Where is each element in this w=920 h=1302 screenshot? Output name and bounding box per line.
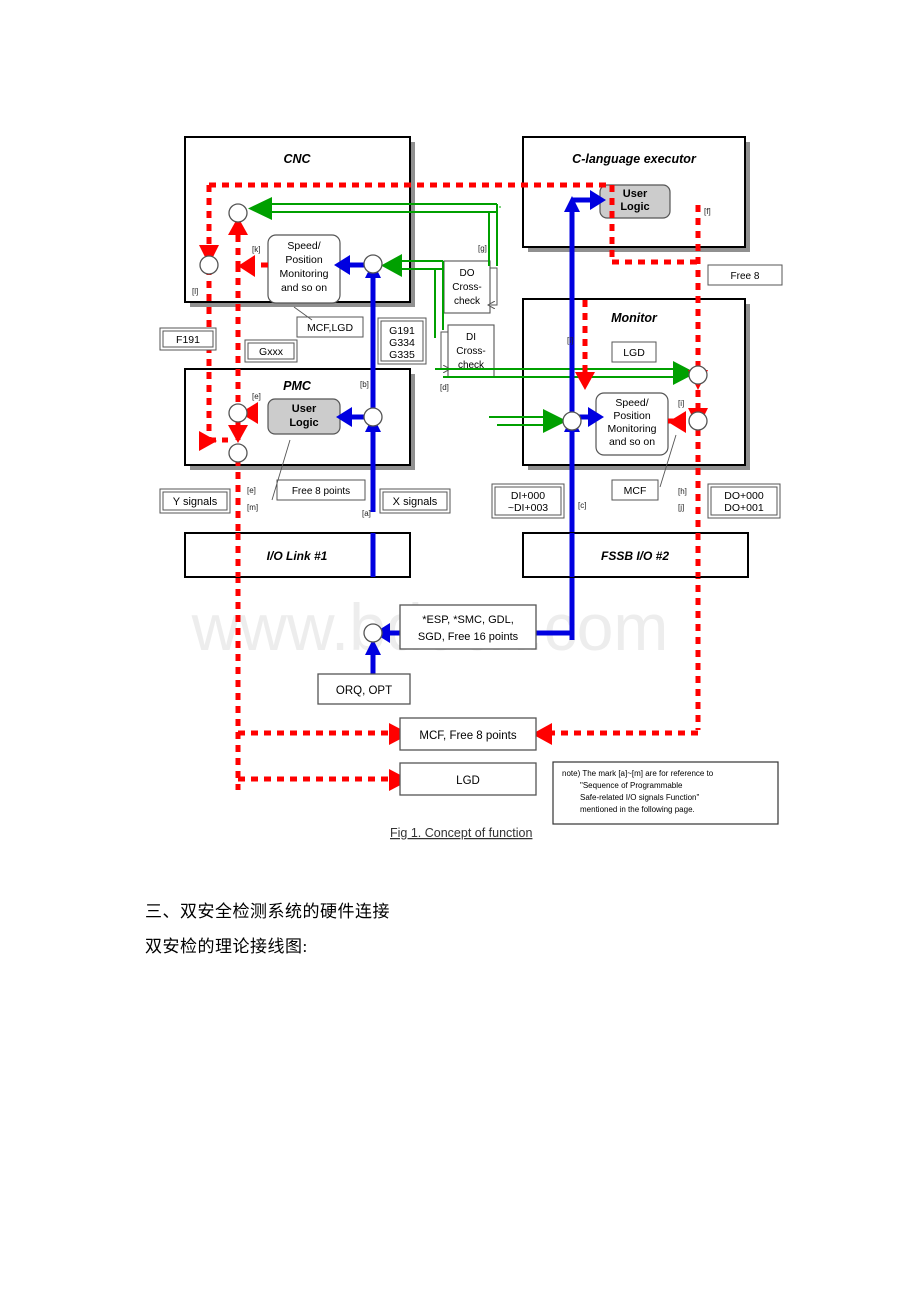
- section-subline-cn: 双安检的理论接线图:: [145, 937, 308, 956]
- page-root: www.bdocx.com CNC Speed/ Position Monito…: [0, 0, 920, 1302]
- label-f191: F191: [159, 327, 217, 351]
- marker-h: [h]: [678, 487, 687, 496]
- marker-b: [b]: [360, 380, 369, 389]
- label-mcf-free8: MCF, Free 8 points: [399, 717, 537, 751]
- svg-text:G335: G335: [389, 349, 415, 361]
- svg-text:check: check: [454, 296, 481, 307]
- svg-text:Monitoring: Monitoring: [279, 268, 328, 280]
- monitor-speed-position-monitoring: Speed/ Position Monitoring and so on: [595, 392, 669, 456]
- label-orq-opt: ORQ, OPT: [317, 673, 411, 705]
- label-x-signals-text: X signals: [393, 496, 438, 508]
- figure-caption-text: Fig 1. Concept of function: [390, 826, 532, 840]
- note-line-4: mentioned in the following page.: [580, 805, 695, 814]
- label-esp-smc: *ESP, *SMC, GDL, SGD, Free 16 points: [399, 604, 537, 650]
- block-fssb-io: FSSB I/O #2: [522, 532, 749, 578]
- label-do-range: DO+000 DO+001: [707, 483, 781, 519]
- block-io-link: I/O Link #1: [184, 532, 411, 578]
- label-f191-text: F191: [176, 334, 200, 346]
- marker-j: [j]: [678, 503, 684, 512]
- label-di-range: DI+000 ~DI+003: [491, 483, 565, 519]
- label-gxxx-text: Gxxx: [259, 346, 284, 358]
- marker-d: [d]: [440, 383, 449, 392]
- marker-k: [k]: [252, 245, 260, 254]
- section-heading-cn: 三、双安全检测系统的硬件连接: [145, 902, 390, 921]
- do-cross-check-box: DO Cross- check: [443, 260, 491, 314]
- block-c-language-executor: C-language executor User Logic: [522, 136, 746, 248]
- marker-e-pmc: [e]: [252, 392, 261, 401]
- block-cnc-title: CNC: [283, 152, 311, 166]
- label-mcf-lgd: MCF,LGD: [296, 316, 364, 338]
- svg-text:Cross-: Cross-: [456, 346, 485, 357]
- label-gxxx: Gxxx: [244, 339, 298, 363]
- label-free-8-points: Free 8 points: [276, 479, 366, 501]
- marker-c: [c]: [578, 501, 586, 510]
- block-io-link-title: I/O Link #1: [267, 549, 328, 563]
- svg-text:SGD, Free 16 points: SGD, Free 16 points: [418, 631, 519, 643]
- label-free-8: Free 8: [707, 264, 783, 286]
- label-mcf-lgd-text: MCF,LGD: [307, 322, 354, 334]
- svg-text:Cross-: Cross-: [452, 282, 481, 293]
- svg-text:DO+001: DO+001: [724, 502, 764, 514]
- svg-text:Speed/: Speed/: [287, 240, 320, 252]
- label-mcf: MCF: [611, 479, 659, 501]
- svg-text:Logic: Logic: [289, 417, 318, 429]
- svg-text:Speed/: Speed/: [615, 397, 648, 409]
- svg-text:G191: G191: [389, 325, 415, 337]
- note-box: note) The mark [a]~[m] are for reference…: [552, 761, 779, 825]
- label-x-signals: X signals: [379, 488, 451, 514]
- svg-text:Monitoring: Monitoring: [607, 423, 656, 435]
- svg-text:DO: DO: [460, 268, 475, 279]
- note-line-1: note) The mark [a]~[m] are for reference…: [562, 769, 714, 778]
- monitor-lgd-label: LGD: [623, 347, 645, 359]
- svg-text:*ESP, *SMC, GDL,: *ESP, *SMC, GDL,: [422, 614, 514, 626]
- svg-text:and so on: and so on: [281, 282, 327, 294]
- block-fssb-io-title: FSSB I/O #2: [601, 549, 669, 563]
- block-c-executor-title: C-language executor: [572, 152, 697, 166]
- label-g-group: G191 G334 G335: [377, 317, 427, 365]
- marker-i-monitor: [i]: [567, 336, 573, 345]
- svg-text:G334: G334: [389, 337, 415, 349]
- marker-l: [l]: [192, 287, 198, 296]
- svg-text:User: User: [623, 188, 648, 200]
- label-lgd-bottom: LGD: [399, 762, 537, 796]
- marker-a: [a]: [362, 509, 371, 518]
- note-line-3: Safe-related I/O signals Function": [580, 793, 700, 802]
- svg-text:and so on: and so on: [609, 436, 655, 448]
- figure-caption: Fig 1. Concept of function: [390, 826, 532, 840]
- label-lgd-bottom-text: LGD: [456, 775, 480, 787]
- note-line-2: "Sequence of Programmable: [580, 781, 683, 790]
- label-free-8-text: Free 8: [731, 271, 760, 282]
- marker-m: [m]: [247, 503, 258, 512]
- svg-text:Position: Position: [285, 254, 323, 266]
- marker-e-low: [e]: [247, 486, 256, 495]
- marker-g: [g]: [478, 244, 487, 253]
- marker-i-node: [i]: [678, 399, 684, 408]
- label-y-signals: Y signals: [159, 488, 231, 514]
- concept-of-function-diagram: www.bdocx.com CNC Speed/ Position Monito…: [159, 136, 783, 840]
- marker-f: [f]: [704, 207, 711, 216]
- label-orq-opt-text: ORQ, OPT: [336, 685, 392, 697]
- svg-text:~DI+003: ~DI+003: [508, 502, 548, 514]
- label-free-8-points-text: Free 8 points: [292, 486, 350, 497]
- block-monitor-title: Monitor: [611, 311, 658, 325]
- cnc-speed-position-monitoring: Speed/ Position Monitoring and so on: [267, 234, 341, 304]
- label-y-signals-text: Y signals: [173, 496, 218, 508]
- svg-text:DI: DI: [466, 332, 476, 343]
- label-mcf-free8-text: MCF, Free 8 points: [419, 730, 516, 742]
- svg-text:User: User: [292, 403, 317, 415]
- svg-text:DI+000: DI+000: [511, 490, 545, 502]
- block-pmc-title: PMC: [283, 379, 312, 393]
- svg-text:DO+000: DO+000: [724, 490, 764, 502]
- svg-text:Logic: Logic: [620, 201, 649, 213]
- label-mcf-text: MCF: [624, 485, 647, 497]
- svg-text:Position: Position: [613, 410, 651, 422]
